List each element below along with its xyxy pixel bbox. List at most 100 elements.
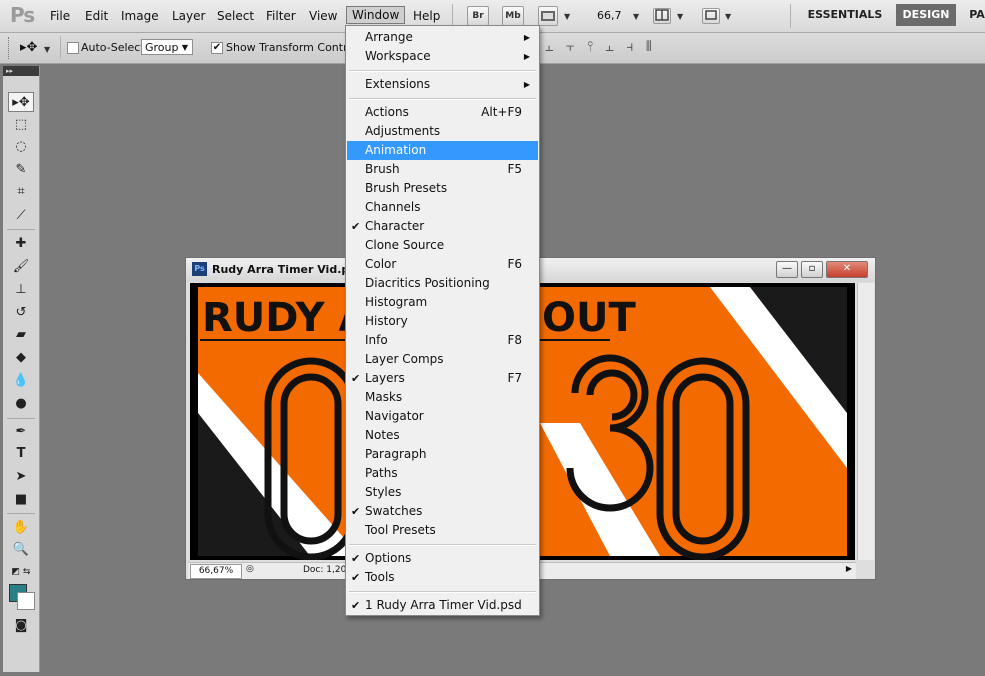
menu-item-label: Arrange [365,30,413,44]
menu-item-notes[interactable]: Notes [347,426,538,445]
menu-item-1-rudy-arra-timer-vid-psd[interactable]: ✔ 1 Rudy Arra Timer Vid.psd [347,596,538,615]
menu-separator [349,591,536,593]
menu-item-brush[interactable]: Brush F5 [347,160,538,179]
status-icon[interactable]: ◎ [246,564,254,574]
menu-item-character[interactable]: ✔ Character [347,217,538,236]
chevron-down-icon[interactable]: ▼ [44,45,50,54]
chevron-down-icon[interactable]: ▼ [564,12,570,21]
maximize-button[interactable]: ▫ [801,261,823,278]
menu-item-shortcut: F6 [507,257,522,271]
menu-item-extensions[interactable]: Extensions ▶ [347,75,538,94]
zoom-level[interactable]: 66,7 [597,9,622,22]
menu-view[interactable]: View [309,9,337,23]
view-extras-button[interactable] [538,6,558,26]
workspace-painting[interactable]: PA [962,4,985,26]
menu-item-workspace[interactable]: Workspace ▶ [347,47,538,66]
paint-bucket-tool-icon[interactable]: ◆ [8,348,34,368]
check-icon: ✔ [351,599,361,612]
path-select-tool-icon[interactable]: ➤ [8,467,34,487]
background-color-swatch[interactable] [17,592,35,610]
auto-select-dropdown[interactable]: Group ▼ [141,39,193,55]
tools-panel: ▸▸ ▸✥ ⬚ ◌ ✎ ⌗ ⟋ ✚ 🖌 ⊥ ↺ ▰ ◆ 💧 ● ✒ T ➤ ■ … [3,66,40,672]
vertical-scrollbar[interactable] [857,283,874,560]
menu-item-paths[interactable]: Paths [347,464,538,483]
tools-panel-collapse-icon[interactable]: ▸▸ [3,66,39,76]
workspace-design[interactable]: DESIGN [896,4,956,26]
eyedropper-tool-icon[interactable]: ⟋ [8,206,34,226]
type-tool-icon[interactable]: T [8,444,34,464]
history-brush-tool-icon[interactable]: ↺ [8,303,34,323]
shape-tool-icon[interactable]: ■ [8,490,34,510]
menu-item-swatches[interactable]: ✔ Swatches [347,502,538,521]
menu-item-paragraph[interactable]: Paragraph [347,445,538,464]
show-transform-label: Show Transform Controls [226,41,363,54]
move-tool-icon[interactable]: ▸✥ [8,92,34,112]
menu-item-clone-source[interactable]: Clone Source [347,236,538,255]
show-transform-checkbox[interactable]: ✔ [211,42,223,54]
check-icon: ✔ [351,372,361,385]
menu-item-history[interactable]: History [347,312,538,331]
scroll-right-icon[interactable]: ▶ [846,564,852,573]
menu-item-masks[interactable]: Masks [347,388,538,407]
lasso-tool-icon[interactable]: ◌ [8,137,34,157]
chevron-down-icon[interactable]: ▼ [677,12,683,21]
menu-item-label: Animation [365,143,427,157]
clone-stamp-tool-icon[interactable]: ⊥ [8,280,34,300]
menu-edit[interactable]: Edit [85,9,108,23]
menu-item-color[interactable]: Color F6 [347,255,538,274]
status-zoom-field[interactable]: 66,67% [190,564,242,579]
menu-item-tool-presets[interactable]: Tool Presets [347,521,538,540]
auto-select-checkbox[interactable] [67,42,79,54]
menu-item-histogram[interactable]: Histogram [347,293,538,312]
menu-item-label: Brush [365,162,400,176]
photoshop-logo: Ps [10,3,35,27]
menu-item-channels[interactable]: Channels [347,198,538,217]
hand-tool-icon[interactable]: ✋ [8,518,34,538]
menu-item-navigator[interactable]: Navigator [347,407,538,426]
menu-item-animation[interactable]: Animation [347,141,538,160]
eraser-tool-icon[interactable]: ▰ [8,325,34,345]
minibridge-button[interactable]: Mb [502,6,524,26]
chevron-down-icon[interactable]: ▼ [633,12,639,21]
menu-layer[interactable]: Layer [172,9,205,23]
menu-item-arrange[interactable]: Arrange ▶ [347,28,538,47]
minimize-button[interactable]: — [776,261,798,278]
crop-tool-icon[interactable]: ⌗ [8,182,34,202]
screen-mode-icon[interactable] [702,8,720,24]
menu-item-layers[interactable]: ✔ Layers F7 [347,369,538,388]
menu-item-actions[interactable]: Actions Alt+F9 [347,103,538,122]
align-distribute-icons[interactable]: ⫠ ⫟ ⫯ ⫠ ⫞ ⦀ [545,39,656,55]
zoom-tool-icon[interactable]: 🔍 [8,540,34,560]
menu-item-tools[interactable]: ✔ Tools [347,568,538,587]
marquee-tool-icon[interactable]: ⬚ [8,115,34,135]
pen-tool-icon[interactable]: ✒ [8,422,34,442]
menu-item-label: Extensions [365,77,431,91]
dodge-tool-icon[interactable]: ● [8,394,34,414]
menu-item-options[interactable]: ✔ Options [347,549,538,568]
swap-colors-icon[interactable]: ◩ ⇆ [8,562,34,582]
blur-tool-icon[interactable]: 💧 [8,371,34,391]
menu-filter[interactable]: Filter [266,9,296,23]
quick-select-tool-icon[interactable]: ✎ [8,160,34,180]
workspace-essentials[interactable]: ESSENTIALS [800,4,890,26]
menu-item-brush-presets[interactable]: Brush Presets [347,179,538,198]
menu-image[interactable]: Image [121,9,159,23]
move-tool-icon[interactable]: ▸✥ [20,40,37,55]
menu-item-layer-comps[interactable]: Layer Comps [347,350,538,369]
menu-select[interactable]: Select [217,9,254,23]
menu-item-info[interactable]: Info F8 [347,331,538,350]
close-button[interactable]: ✕ [826,261,868,278]
quick-mask-icon[interactable]: ◙ [8,616,34,636]
menu-item-adjustments[interactable]: Adjustments [347,122,538,141]
healing-brush-tool-icon[interactable]: ✚ [8,234,34,254]
bridge-button[interactable]: Br [467,6,489,26]
brush-tool-icon[interactable]: 🖌 [8,257,34,277]
menu-file[interactable]: File [50,9,70,23]
chevron-down-icon[interactable]: ▼ [725,12,731,21]
menu-help[interactable]: Help [413,9,440,23]
menu-item-styles[interactable]: Styles [347,483,538,502]
arrange-documents-icon[interactable] [653,8,671,24]
menu-item-diacritics-positioning[interactable]: Diacritics Positioning [347,274,538,293]
menu-item-shortcut: F8 [507,333,522,347]
menu-window[interactable]: Window [346,6,406,24]
